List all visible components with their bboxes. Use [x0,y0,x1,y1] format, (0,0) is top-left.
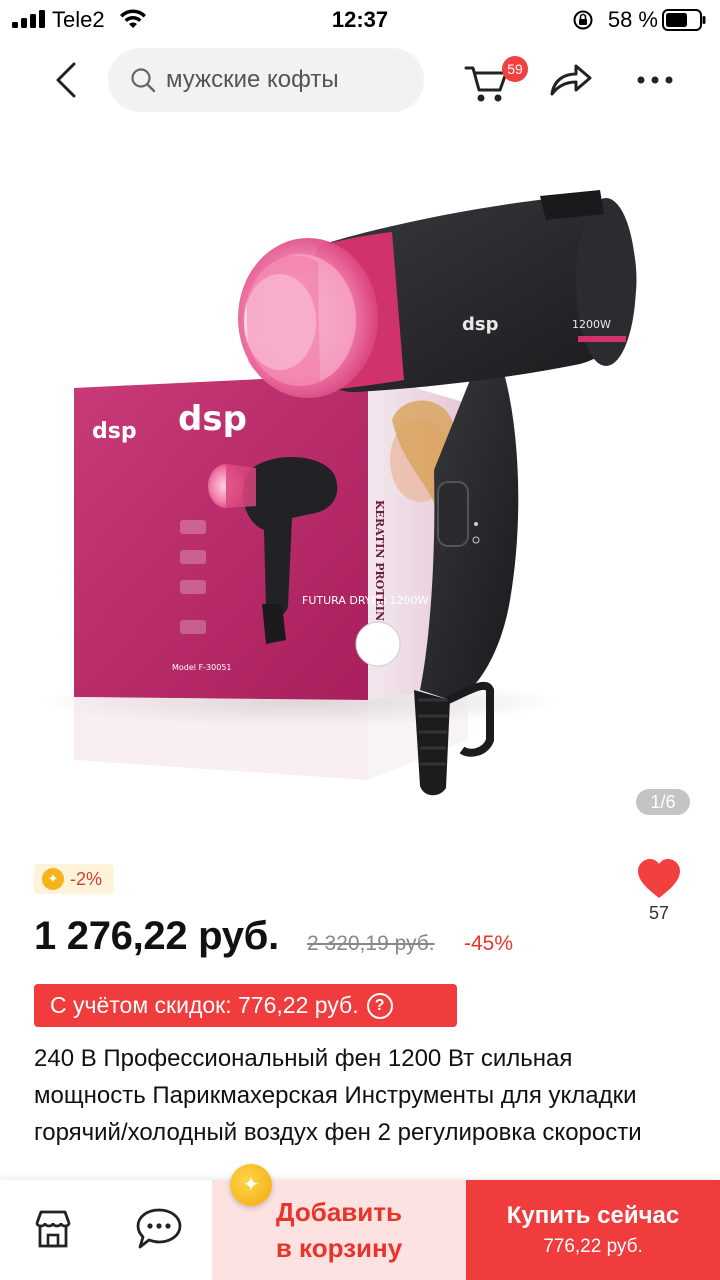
battery-icon [662,9,706,31]
store-button[interactable] [24,1206,82,1252]
more-dots-icon [637,76,673,84]
box-logo-small: dsp [92,419,137,444]
heart-icon [638,859,680,898]
box-model: FUTURA DRYER 1200W [302,594,429,607]
add-to-cart-label-line2: в корзину [275,1233,403,1263]
more-options-button[interactable] [632,66,678,94]
image-counter: 1/6 [636,789,690,815]
box-logo: dsp [178,399,247,439]
chevron-left-icon [56,62,76,98]
old-price: 2 320,19 руб. [307,932,435,955]
search-placeholder: мужские кофты [166,66,339,93]
chat-icon [136,1208,182,1249]
promo-text: С учётом скидок: 776,22 руб. [50,992,359,1018]
buy-now-label: Купить сейчас [506,1202,680,1229]
add-to-cart-label-line1: Добавить [276,1197,402,1227]
store-icon [35,1210,71,1248]
share-button[interactable] [548,60,594,100]
cart-count-badge: 59 [502,56,528,82]
battery-percent: 58 % [607,7,658,32]
chat-button[interactable] [130,1204,188,1254]
buy-now-price: 776,22 руб. [543,1236,643,1257]
back-button[interactable] [44,54,88,106]
coin-reward-icon[interactable]: ✦ [230,1164,272,1206]
discount-promo-banner[interactable]: С учётом скидок: 776,22 руб. ? [34,984,457,1027]
search-input[interactable]: мужские кофты [108,48,424,112]
box-model-number: Model F-30051 [172,663,232,672]
coin-discount-badge: -2% [34,864,115,894]
discount-percent: -45% [464,932,514,955]
rotation-lock-icon [573,10,593,30]
product-title: 240 В Профессиональный фен 1200 Вт сильн… [34,1045,642,1146]
product-image-carousel[interactable]: dsp dsp FUTURA DRYER 1200W Model F-30051… [0,124,720,850]
favorite-button[interactable] [636,858,682,900]
buy-now-button[interactable]: Купить сейчас 776,22 руб. [466,1180,720,1280]
current-price: 1 276,22 руб. [34,914,279,958]
help-icon[interactable]: ? [366,992,393,1019]
product-photo: dsp dsp FUTURA DRYER 1200W Model F-30051… [40,190,637,796]
box-side-text: KERATIN PROTEIN [373,500,386,621]
status-bar: Tele2 12:37 58 % [0,0,720,40]
dryer-power: 1200W [572,318,611,331]
header: мужские кофты 59 [0,40,720,124]
search-icon [131,68,156,93]
favorites-count: 57 [648,903,670,923]
share-icon [550,64,592,96]
coin-icon [42,868,64,890]
bottom-action-bar: Добавить в корзину Купить сейчас 776,22 … [0,1180,720,1280]
dryer-logo: dsp [462,314,499,335]
coin-discount-text: -2% [70,868,103,889]
